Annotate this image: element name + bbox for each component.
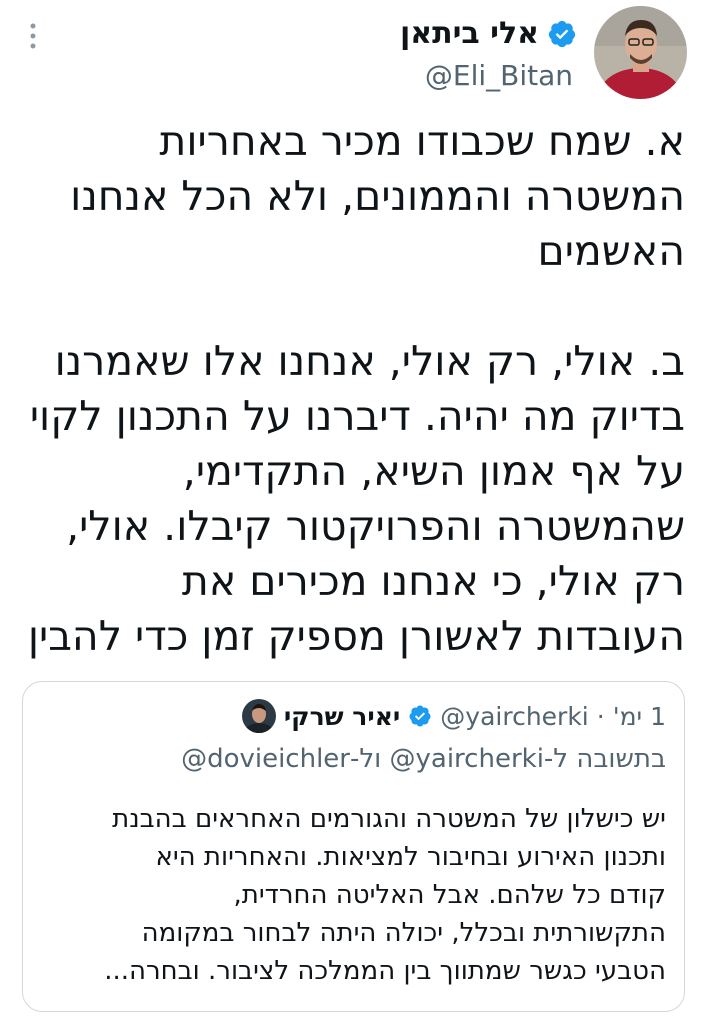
author-name[interactable]: אלי ביתאן <box>400 14 539 54</box>
reply-prefix: בתשובה ל- <box>543 744 666 774</box>
tweet-body-text: א. שמח שכבודו מכיר באחריות המשטרה והממונ… <box>27 117 685 660</box>
quoted-author-handle: @yaircherki <box>440 701 589 731</box>
quoted-tweet-card[interactable]: יאיר שרקי @yaircherki · 1 ימ' בתשובה ל-@… <box>22 681 685 1012</box>
reply-mention-dovieichler[interactable]: @dovieichler <box>181 744 350 774</box>
author-handle[interactable]: @Eli_Bitan <box>425 60 573 92</box>
quoted-author-name: יאיר שרקי <box>283 701 401 731</box>
verified-badge-icon <box>548 20 576 48</box>
quoted-author-avatar <box>241 699 276 733</box>
separator-dot: · <box>596 701 605 731</box>
quoted-tweet-text: יש כישלון של המשטרה והגורמים האחראים בהב… <box>104 804 666 986</box>
author-avatar[interactable] <box>594 6 687 99</box>
reply-mention-yaircherki[interactable]: @yaircherki <box>390 744 544 774</box>
reply-context: בתשובה ל-@yaircherki ול-@dovieichler <box>181 742 666 776</box>
quoted-timestamp: 1 ימ' <box>612 701 666 731</box>
tweet-header: אלי ביתאן @Eli_Bitan <box>0 0 707 100</box>
reply-joiner: ול- <box>350 744 390 774</box>
more-options-icon[interactable] <box>25 22 41 50</box>
author-name-row: אלי ביתאן <box>400 14 577 54</box>
quoted-tweet-header: יאיר שרקי @yaircherki · 1 ימ' <box>241 699 666 733</box>
quoted-verified-badge-icon <box>409 705 431 727</box>
